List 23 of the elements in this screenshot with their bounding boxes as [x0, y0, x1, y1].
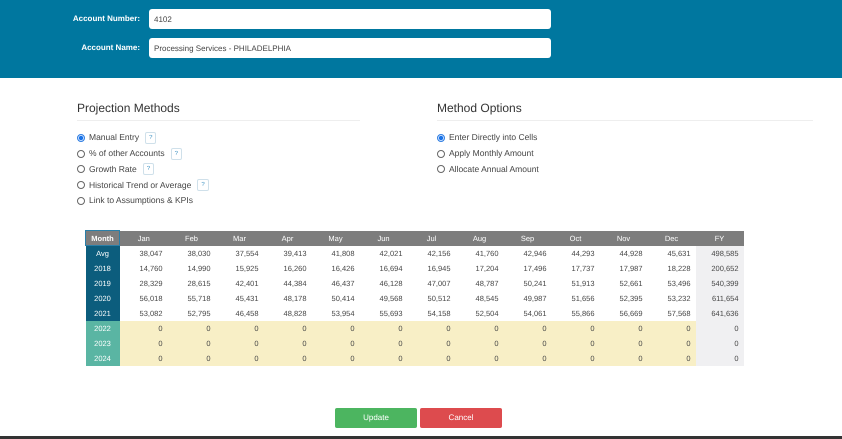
radio-button[interactable]: [77, 134, 85, 142]
option-label: % of other Accounts: [89, 147, 165, 160]
field-label: Account Number:: [72, 13, 140, 25]
radio-button[interactable]: [437, 165, 445, 174]
input-field[interactable]: Processing Services - PHILADELPHIA: [149, 38, 551, 58]
radio-button[interactable]: [437, 134, 445, 142]
radio-button[interactable]: [77, 165, 85, 174]
action-button[interactable]: Cancel: [420, 408, 502, 428]
radio-button[interactable]: [77, 196, 85, 205]
option-label: Manual Entry: [89, 131, 140, 144]
section-title: Method Options: [437, 99, 813, 121]
option-label: Enter Directly into Cells: [449, 131, 538, 144]
section-title: Projection Methods: [77, 99, 360, 121]
option-label: Historical Trend or Average: [89, 178, 192, 192]
option-label: Growth Rate: [89, 162, 137, 176]
option-label: Link to Assumptions & KPIs: [89, 194, 193, 207]
radio-button[interactable]: [77, 150, 85, 158]
radio-button[interactable]: [437, 150, 445, 158]
option-label: Allocate Annual Amount: [449, 162, 539, 176]
option-label: Apply Monthly Amount: [449, 147, 534, 160]
input-field[interactable]: 4102: [149, 9, 551, 29]
field-label: Account Name:: [80, 42, 140, 54]
radio-button[interactable]: [77, 180, 85, 189]
